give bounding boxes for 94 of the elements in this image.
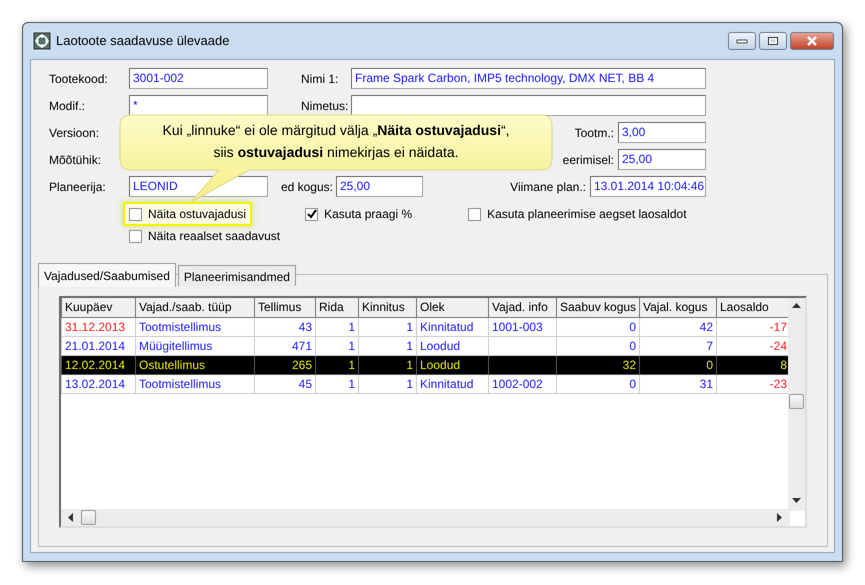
field-label: Nimetus: bbox=[301, 98, 350, 114]
table-cell: Kinnitatud bbox=[416, 317, 488, 336]
table-cell: 0 bbox=[556, 317, 640, 336]
table-cell: 1 bbox=[358, 374, 416, 393]
column-header[interactable]: Kuupäev bbox=[62, 298, 136, 317]
table-cell: 45 bbox=[254, 374, 316, 393]
table-cell: 1 bbox=[358, 336, 416, 355]
table-cell: Loodud bbox=[416, 336, 488, 355]
checkbox[interactable] bbox=[129, 230, 142, 242]
table-cell: 12.02.2014 bbox=[62, 355, 136, 374]
input-field[interactable] bbox=[351, 95, 706, 116]
column-header[interactable]: Vajal. kogus bbox=[640, 298, 716, 317]
field-label: Versioon: bbox=[49, 124, 100, 142]
checkbox-label: Kasuta planeerimise aegset laosaldot bbox=[487, 206, 687, 223]
table-cell: 265 bbox=[254, 355, 316, 374]
minimize-icon bbox=[736, 38, 748, 44]
callout-text: siis ostuvajadusi nimekirjas ei näidata. bbox=[212, 143, 460, 162]
checkbox[interactable] bbox=[305, 208, 318, 220]
scroll-thumb[interactable] bbox=[81, 510, 96, 525]
checkbox[interactable] bbox=[129, 208, 142, 220]
table-cell: 13.02.2014 bbox=[62, 374, 136, 393]
input-field[interactable]: 3001-002 bbox=[129, 68, 268, 89]
table-cell: 471 bbox=[254, 336, 316, 355]
table-cell bbox=[488, 355, 556, 374]
field-label: Planeerija: bbox=[49, 178, 107, 196]
field-label: Mõõtühik: bbox=[49, 152, 102, 168]
table-cell: 42 bbox=[640, 317, 716, 336]
table-cell: 31 bbox=[640, 374, 716, 393]
scroll-left-icon[interactable] bbox=[68, 513, 73, 522]
scroll-down-icon[interactable] bbox=[792, 498, 801, 503]
column-header[interactable]: Kinnitus bbox=[358, 298, 416, 317]
table-cell: 1 bbox=[316, 336, 358, 355]
checkbox-label: Näita ostuvajadusi bbox=[148, 206, 246, 223]
table-cell bbox=[488, 336, 556, 355]
field-label: Nimi 1: bbox=[301, 70, 340, 88]
table-cell: 1001-003 bbox=[488, 317, 556, 336]
table-cell: Kinnitatud bbox=[416, 374, 488, 393]
input-field[interactable]: 3,00 bbox=[618, 122, 706, 143]
checkbox-label: Näita reaalset saadavust bbox=[148, 228, 280, 245]
maximize-icon bbox=[767, 36, 779, 46]
table-cell: 31.12.2013 bbox=[62, 317, 136, 336]
input-field[interactable]: 13.01.2014 10:04:46 bbox=[590, 176, 706, 197]
table-cell: 1 bbox=[316, 355, 358, 374]
table-cell: 43 bbox=[254, 317, 316, 336]
checkbox-label: Kasuta praagi % bbox=[324, 206, 412, 223]
scroll-right-icon[interactable] bbox=[777, 513, 782, 522]
field-label: Tootm.: bbox=[574, 124, 614, 142]
tab[interactable]: Vajadused/Saabumised bbox=[38, 263, 176, 287]
table-cell: Müügitellimus bbox=[136, 336, 254, 355]
close-button[interactable] bbox=[790, 32, 834, 50]
table-cell: 8 bbox=[716, 355, 790, 374]
checkbox[interactable] bbox=[468, 208, 482, 220]
vertical-scrollbar[interactable] bbox=[788, 298, 805, 511]
field-label: Viimane plan.: bbox=[510, 178, 586, 196]
column-header[interactable]: Laosaldo bbox=[716, 298, 790, 317]
field-label: eerimisel: bbox=[562, 152, 614, 168]
callout-text: Kui „linnuke“ ei ole märgitud välja „Näita ostuvajadusi“, bbox=[161, 121, 511, 140]
scroll-up-icon[interactable] bbox=[792, 303, 801, 308]
column-header[interactable]: Vajad./saab. tüüp bbox=[136, 298, 254, 317]
app-icon bbox=[33, 32, 51, 50]
table-cell: Tootmistellimus bbox=[136, 317, 254, 336]
field-label: Tootekood: bbox=[49, 70, 109, 88]
horizontal-scrollbar[interactable] bbox=[61, 509, 790, 526]
field-label: Modif.: bbox=[49, 98, 86, 114]
column-header[interactable]: Rida bbox=[316, 298, 358, 317]
input-field[interactable]: * bbox=[129, 95, 268, 116]
field-label: ed kogus: bbox=[280, 178, 334, 196]
column-header[interactable]: Tellimus bbox=[254, 298, 316, 317]
column-header[interactable]: Saabuv kogus bbox=[556, 298, 640, 317]
table-cell: Tootmistellimus bbox=[136, 374, 254, 393]
table-cell: Loodud bbox=[416, 355, 488, 374]
input-field[interactable]: 25,00 bbox=[336, 176, 423, 197]
close-icon bbox=[806, 36, 818, 46]
minimize-button[interactable] bbox=[728, 32, 756, 50]
table-cell: 7 bbox=[640, 336, 716, 355]
table-cell: 0 bbox=[556, 336, 640, 355]
column-header[interactable]: Olek bbox=[416, 298, 488, 317]
tab[interactable]: Planeerimisandmed bbox=[178, 265, 296, 286]
input-field[interactable]: Frame Spark Carbon, IMP5 technology, DMX NET, BB 4 bbox=[351, 68, 706, 89]
column-header[interactable]: Vajad. info bbox=[488, 298, 556, 317]
table-cell: 1 bbox=[358, 317, 416, 336]
table-cell: Ostutellimus bbox=[136, 355, 254, 374]
scroll-thumb[interactable] bbox=[789, 394, 804, 409]
table-cell: 32 bbox=[556, 355, 640, 374]
table-cell: 1 bbox=[316, 317, 358, 336]
input-field[interactable]: 25,00 bbox=[618, 149, 706, 170]
table-cell: 1 bbox=[358, 355, 416, 374]
table-cell: 0 bbox=[640, 355, 716, 374]
window-title: Laotoote saadavuse ülevaade bbox=[56, 32, 230, 50]
table-cell: 1 bbox=[316, 374, 358, 393]
table-cell: 1002-002 bbox=[488, 374, 556, 393]
table-cell: 0 bbox=[556, 374, 640, 393]
table-cell: 21.01.2014 bbox=[62, 336, 136, 355]
maximize-button[interactable] bbox=[759, 32, 787, 50]
